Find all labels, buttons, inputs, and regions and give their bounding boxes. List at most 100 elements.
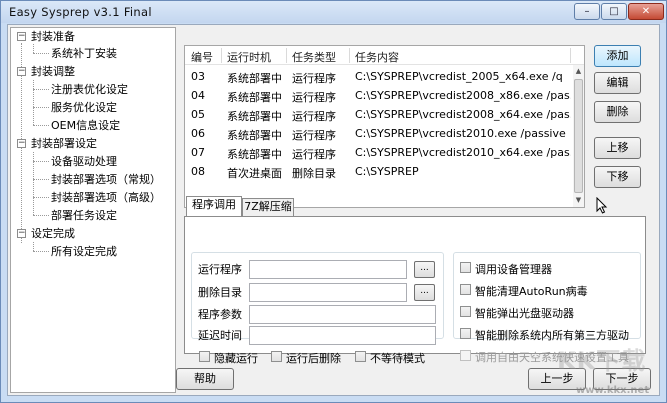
watermark-url: www.kkx.net	[576, 385, 650, 396]
minimize-button[interactable]: –	[574, 3, 600, 20]
cell-type: 运行程序	[292, 110, 336, 123]
delete-button[interactable]: 删除	[594, 101, 641, 123]
checkbox-icon[interactable]	[355, 351, 366, 362]
delete-dir-label: 删除目录	[198, 286, 242, 299]
cell-type: 运行程序	[292, 72, 336, 85]
cell-timing: 系统部署中	[227, 148, 282, 161]
move-down-button[interactable]: 下移	[594, 166, 641, 188]
tree-connector	[33, 197, 49, 198]
navigation-tree: − 封装准备 系统补丁安装 − 封装调整 注册表优化设定 服务优化设定 OEM信…	[10, 27, 176, 393]
cell-timing: 系统部署中	[227, 72, 282, 85]
collapse-icon[interactable]: −	[17, 67, 26, 76]
tree-node-label: 设定完成	[31, 227, 75, 240]
cell-type: 运行程序	[292, 91, 336, 104]
mouse-cursor-icon	[596, 197, 608, 214]
column-separator[interactable]	[286, 48, 287, 63]
task-list[interactable]: 编号 运行时机 任务类型 任务内容 03 系统部署中 运行程序 C:\SYSPR…	[184, 45, 585, 208]
tree-connector	[33, 89, 49, 90]
tree-item-label: 设备驱动处理	[51, 155, 117, 168]
delay-label: 延迟时间	[198, 329, 242, 342]
table-row[interactable]: 05 系统部署中 运行程序 C:\SYSPREP\vcredist2008_x6…	[185, 105, 573, 124]
tree-connector	[33, 125, 49, 126]
table-row[interactable]: 03 系统部署中 运行程序 C:\SYSPREP\vcredist_2005_x…	[185, 67, 573, 86]
cell-content: C:\SYSPREP\vcredist2008_x64.exe /pas...	[355, 108, 571, 121]
run-program-label: 运行程序	[198, 263, 242, 276]
table-row[interactable]: 06 系统部署中 运行程序 C:\SYSPREP\vcredist2010.ex…	[185, 124, 573, 143]
cell-timing: 首次进桌面	[227, 167, 282, 180]
table-row[interactable]: 08 首次进桌面 删除目录 C:\SYSPREP	[185, 162, 573, 181]
run-program-field[interactable]	[249, 260, 407, 279]
maximize-button[interactable]: □	[601, 3, 627, 20]
tree-item-label: OEM信息设定	[51, 119, 121, 132]
tree-node-label: 封装部署设定	[31, 137, 97, 150]
cell-id: 06	[191, 127, 205, 140]
window-title: Easy Sysprep v3.1 Final	[9, 5, 152, 19]
cell-type: 删除目录	[292, 167, 336, 180]
collapse-icon[interactable]: −	[17, 229, 26, 238]
checkbox-icon[interactable]	[199, 351, 210, 362]
checkbox-label: 隐藏运行	[214, 352, 258, 365]
cell-id: 08	[191, 165, 205, 178]
column-header-type[interactable]: 任务类型	[292, 49, 336, 65]
params-field[interactable]	[249, 305, 436, 324]
edit-button[interactable]: 编辑	[594, 72, 641, 94]
column-header-timing[interactable]: 运行时机	[227, 49, 271, 65]
collapse-icon[interactable]: −	[17, 139, 26, 148]
checkbox-icon[interactable]	[271, 351, 282, 362]
collapse-icon[interactable]: −	[17, 32, 26, 41]
scroll-down-icon[interactable]: ▼	[574, 196, 583, 205]
tree-connector	[33, 161, 49, 162]
task-list-header: 编号 运行时机 任务类型 任务内容	[185, 46, 584, 65]
tree-connector	[33, 53, 49, 54]
tree-connector	[33, 215, 49, 216]
scroll-up-icon[interactable]: ▲	[574, 67, 583, 76]
column-header-content[interactable]: 任务内容	[355, 49, 399, 65]
cell-content: C:\SYSPREP	[355, 165, 419, 178]
checkbox-icon[interactable]	[460, 328, 471, 339]
tree-item-label: 服务优化设定	[51, 101, 117, 114]
checkbox-icon	[460, 350, 471, 361]
cell-id: 07	[191, 146, 205, 159]
cell-content: C:\SYSPREP\vcredist2010.exe /passive	[355, 127, 566, 140]
checkbox-label: 智能清理AutoRun病毒	[475, 285, 588, 298]
checkbox-icon[interactable]	[460, 262, 471, 273]
tree-connector	[33, 44, 34, 53]
delay-field[interactable]	[249, 326, 436, 345]
tab-program-call[interactable]: 程序调用	[186, 196, 242, 216]
column-separator[interactable]	[349, 48, 350, 63]
vertical-scrollbar[interactable]: ▲ ▼	[573, 65, 584, 207]
checkbox-label: 调用设备管理器	[475, 263, 552, 276]
tree-item-label: 系统补丁安装	[51, 47, 117, 60]
scroll-thumb[interactable]	[574, 79, 583, 193]
column-separator[interactable]	[221, 48, 222, 63]
checkbox-label: 运行后删除	[286, 352, 341, 365]
checkbox-icon[interactable]	[460, 306, 471, 317]
cell-content: C:\SYSPREP\vcredist2008_x86.exe /pas...	[355, 89, 571, 102]
cell-content: C:\SYSPREP\vcredist_2005_x64.exe /q	[355, 70, 563, 83]
help-button[interactable]: 帮助	[176, 368, 234, 390]
app-window: Easy Sysprep v3.1 Final – □ ✕ − 封装准备 系统补…	[0, 0, 667, 403]
table-row[interactable]: 04 系统部署中 运行程序 C:\SYSPREP\vcredist2008_x8…	[185, 86, 573, 105]
tab-7z-extract[interactable]: 7Z解压缩	[242, 198, 294, 216]
column-separator[interactable]	[570, 48, 571, 63]
browse-program-button[interactable]: ...	[414, 261, 435, 278]
checkbox-label: 智能弹出光盘驱动器	[475, 307, 574, 320]
delete-dir-field[interactable]	[249, 283, 407, 302]
browse-dir-button[interactable]: ...	[414, 284, 435, 301]
table-row[interactable]: 07 系统部署中 运行程序 C:\SYSPREP\vcredist2010_x6…	[185, 143, 573, 162]
tree-item-label: 封装部署选项（常规）	[51, 173, 161, 186]
close-button[interactable]: ✕	[628, 3, 664, 20]
cell-id: 04	[191, 89, 205, 102]
add-button[interactable]: 添加	[594, 45, 641, 67]
cell-timing: 系统部署中	[227, 91, 282, 104]
checkbox-icon[interactable]	[460, 284, 471, 295]
tab-panel: 运行程序 ... 删除目录 ... 程序参数 延迟时间 隐藏运行 运行后删除 不…	[184, 216, 646, 365]
watermark-logo: KK下载	[557, 347, 647, 375]
cell-timing: 系统部署中	[227, 129, 282, 142]
column-header-id[interactable]: 编号	[191, 49, 213, 65]
move-up-button[interactable]: 上移	[594, 137, 641, 159]
tree-connector	[33, 107, 49, 108]
params-label: 程序参数	[198, 308, 242, 321]
title-bar: Easy Sysprep v3.1 Final – □ ✕	[1, 1, 666, 23]
cell-id: 05	[191, 108, 205, 121]
